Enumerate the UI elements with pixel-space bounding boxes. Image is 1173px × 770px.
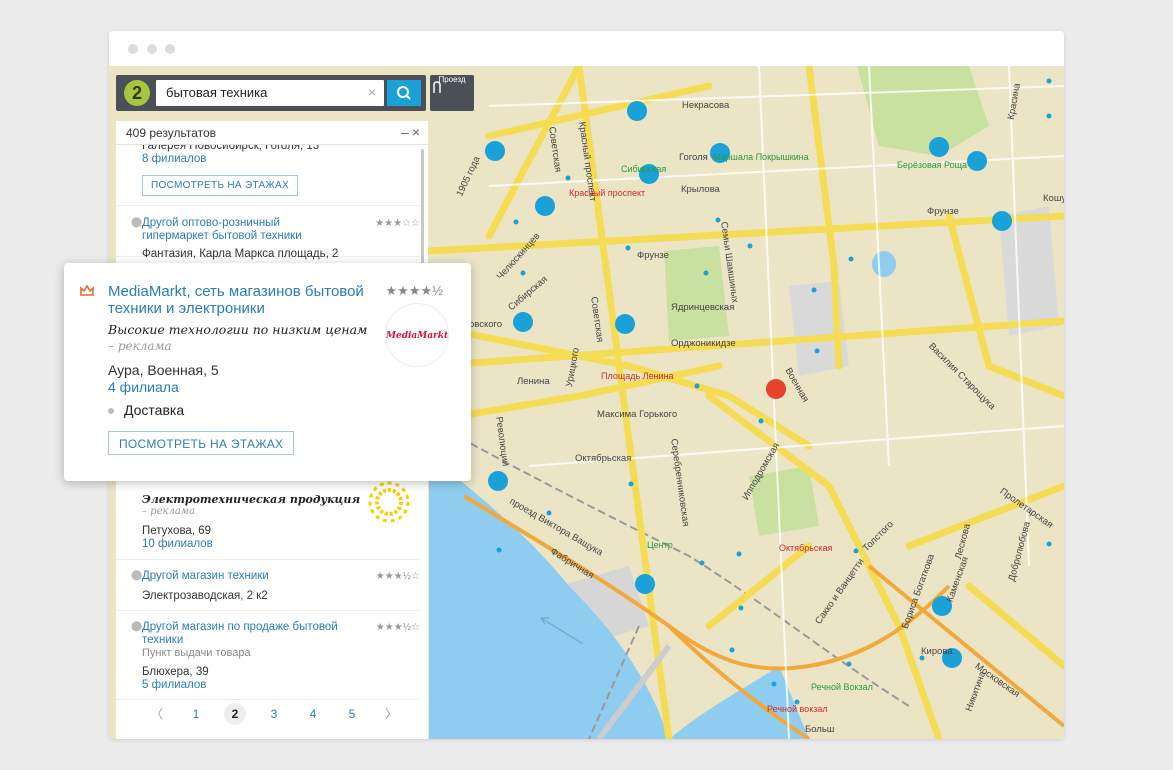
item-address: Блюхера, 39 — [142, 666, 209, 678]
prev-page-button[interactable]: 〈 — [146, 703, 168, 725]
map-label: Кирова — [921, 646, 953, 657]
ad-note: – реклама — [108, 339, 172, 353]
bullet-icon — [108, 408, 114, 414]
item-branches-link[interactable]: 10 филиалов — [142, 538, 213, 551]
map-label: Октябрьская — [575, 453, 632, 464]
rating-stars: ★★★☆☆ — [375, 218, 420, 229]
close-icon[interactable]: × — [412, 124, 423, 140]
window-dot-maximize[interactable] — [165, 44, 175, 54]
map-label: Крылова — [681, 184, 720, 195]
route-icon — [433, 81, 441, 93]
business-title-link[interactable]: MediaMarkt, сеть магазинов бытовой техни… — [108, 283, 368, 317]
map-label: Фрунзе — [637, 250, 669, 261]
pin-icon: ⬤ — [131, 621, 143, 632]
list-item[interactable]: Электротехническая продукция – реклама П… — [116, 481, 420, 560]
map-label: овского — [469, 319, 503, 330]
item-slogan: Электротехническая продукция — [142, 493, 361, 506]
search-query: бытовая техника — [166, 85, 268, 100]
item-title-link[interactable]: Другой магазин по продаже бытовой техник… — [142, 621, 352, 647]
map-label: Некрасова — [682, 100, 730, 111]
item-address: Петухова, 69 — [142, 525, 211, 537]
item-address: Фантазия, Карла Маркса площадь, 2 — [142, 248, 339, 260]
item-partial-address: Галерея Новосибирск, Гоголя, 13 — [142, 145, 320, 152]
page-1[interactable]: 1 — [185, 703, 207, 725]
window-dot-close[interactable] — [128, 44, 138, 54]
page-2[interactable]: 2 — [224, 703, 246, 725]
feature-delivery: Доставка — [124, 402, 185, 418]
metro-label: Площадь Ленина — [601, 371, 674, 381]
route-button[interactable]: Проезд — [430, 75, 474, 111]
ad-note: – реклама — [142, 506, 196, 517]
page-3[interactable]: 3 — [263, 703, 285, 725]
map-label: Кошу — [1043, 193, 1064, 204]
clear-icon[interactable]: × — [368, 85, 376, 99]
business-card-popup: MediaMarkt, сеть магазинов бытовой техни… — [64, 263, 471, 481]
metro-label: Речной вокзал — [767, 704, 828, 714]
map-label: Максима Горького — [597, 409, 678, 420]
rating-stars: ★★★½☆ — [375, 571, 420, 582]
crown-icon — [80, 285, 94, 296]
map-label: Ленина — [517, 376, 550, 387]
search-button[interactable] — [387, 80, 421, 106]
search-input[interactable]: бытовая техника × — [156, 80, 384, 106]
metro-label: Речной Вокзал — [811, 682, 873, 692]
metro-label: Маршала Покрышкина — [713, 152, 809, 162]
map-label: Орджоникидзе — [671, 338, 736, 349]
panel-controls: –× — [401, 124, 423, 140]
sun-logo-icon — [368, 481, 410, 523]
page-4[interactable]: 4 — [302, 703, 324, 725]
search-bar: 2 бытовая техника × — [116, 75, 426, 111]
pin-icon: ⬤ — [131, 570, 143, 581]
results-header: 409 результатов –× — [116, 121, 428, 145]
item-address: Электрозаводская, 2 к2 — [142, 590, 268, 602]
item-title-link[interactable]: Другой оптово-розничный гипермаркет быто… — [142, 217, 332, 243]
item-branches-link[interactable]: 8 филиалов — [142, 153, 206, 166]
metro-label: Центр — [647, 540, 673, 550]
mediamarkt-logo-text: MediaMarkt — [386, 331, 449, 341]
mediamarkt-logo: MediaMarkt — [385, 303, 449, 367]
metro-label: Октябрьская — [779, 543, 833, 553]
metro-label: Красный проспект — [569, 188, 646, 198]
pagination: 〈 1 2 3 4 5 〉 — [116, 703, 420, 725]
view-floors-button[interactable]: ПОСМОТРЕТЬ НА ЭТАЖАХ — [142, 175, 298, 196]
list-item[interactable]: Галерея Новосибирск, Гоголя, 13 8 филиал… — [116, 145, 420, 206]
page-5[interactable]: 5 — [341, 703, 363, 725]
item-subtitle: Пункт выдачи товара — [142, 647, 251, 659]
search-icon — [397, 86, 411, 100]
metro-label: Берёзовая Роща — [897, 160, 968, 170]
item-title-link[interactable]: Другой магазин техники — [142, 570, 269, 583]
browser-chrome — [109, 31, 1064, 66]
2gis-logo[interactable]: 2 — [124, 80, 150, 106]
list-item[interactable]: ⬤ Другой магазин техники ★★★½☆ Электроза… — [116, 561, 420, 611]
minimize-icon[interactable]: – — [401, 124, 412, 140]
pin-icon: ⬤ — [131, 217, 143, 228]
branches-link[interactable]: 4 филиала — [108, 379, 179, 395]
rating-stars: ★★★½☆ — [375, 622, 420, 633]
scrollbar[interactable] — [421, 149, 424, 279]
list-item[interactable]: ⬤ Другой магазин по продаже бытовой техн… — [116, 612, 420, 700]
map-label: Ядринцевская — [671, 302, 735, 313]
ad-slogan: Высокие технологии по низким ценам — [108, 322, 368, 337]
metro-label: Сибирская — [621, 164, 667, 174]
list-item[interactable]: ⬤ Другой оптово-розничный гипермаркет бы… — [116, 207, 420, 260]
view-floors-button[interactable]: ПОСМОТРЕТЬ НА ЭТАЖАХ — [108, 431, 295, 455]
window-dot-minimize[interactable] — [147, 44, 157, 54]
map-label: Больш — [805, 724, 835, 735]
business-address: Аура, Военная, 5 — [108, 362, 219, 378]
map-label: Фрунзе — [927, 206, 959, 217]
map-label: Гоголя — [679, 152, 708, 163]
rating-stars: ★★★★½ — [385, 283, 443, 298]
item-branches-link[interactable]: 5 филиалов — [142, 679, 206, 692]
results-count: 409 результатов — [126, 126, 217, 140]
next-page-button[interactable]: 〉 — [380, 703, 402, 725]
